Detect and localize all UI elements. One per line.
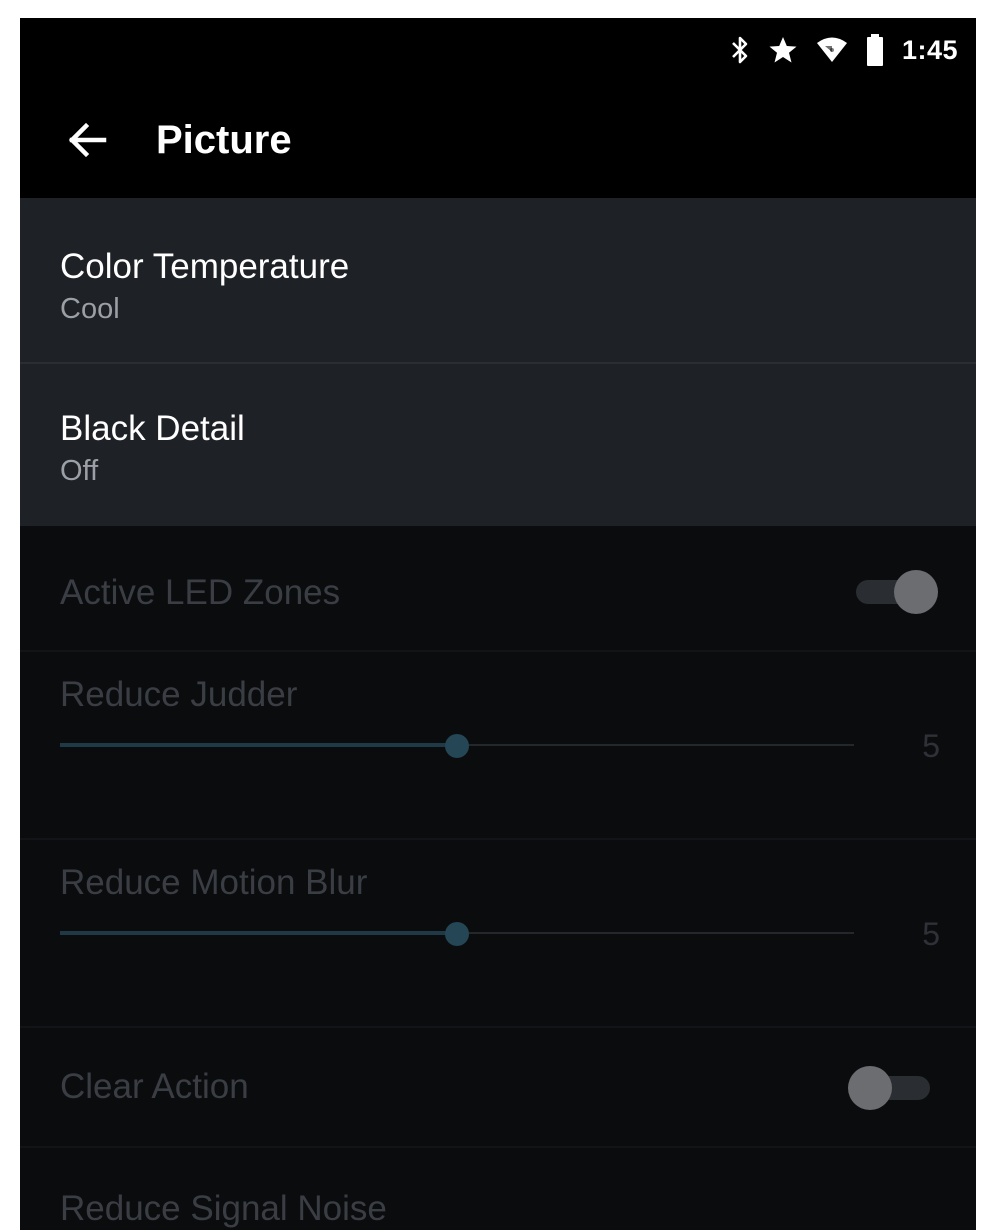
setting-label: Reduce Signal Noise xyxy=(60,1189,387,1228)
slider-value: 5 xyxy=(922,728,940,764)
setting-label: Black Detail xyxy=(60,409,245,448)
setting-label: Reduce Judder xyxy=(60,675,298,714)
toggle-thumb xyxy=(848,1066,892,1110)
slider-value: 5 xyxy=(922,916,940,952)
status-time: 1:45 xyxy=(901,34,958,65)
page-title: Picture xyxy=(156,118,292,162)
list-top-spacer xyxy=(20,198,976,212)
status-bar: 1:45 xyxy=(20,18,976,86)
settings-list: Color Temperature Cool Black Detail Off … xyxy=(20,198,976,1230)
bluetooth-icon xyxy=(730,35,750,65)
slider-knob[interactable] xyxy=(445,734,469,758)
battery-icon xyxy=(866,34,884,66)
setting-label: Reduce Motion Blur xyxy=(60,863,368,902)
toggle-thumb xyxy=(894,570,938,614)
app-bar: Picture xyxy=(20,86,976,198)
setting-black-detail[interactable]: Black Detail Off xyxy=(20,364,976,526)
slider-fill xyxy=(60,743,457,747)
setting-clear-action[interactable]: Clear Action xyxy=(20,1028,976,1146)
wifi-icon xyxy=(816,36,848,64)
setting-value: Off xyxy=(60,455,99,487)
setting-color-temperature[interactable]: Color Temperature Cool xyxy=(20,212,976,362)
setting-value: Cool xyxy=(60,293,120,325)
reduce-motion-blur-slider[interactable] xyxy=(60,922,854,946)
status-icons: 1:45 xyxy=(730,32,958,68)
setting-label: Color Temperature xyxy=(60,247,350,286)
clear-action-toggle[interactable] xyxy=(848,1062,932,1114)
reduce-judder-slider[interactable] xyxy=(60,734,854,758)
phone-screen: 1:45 Picture Color Temperature Cool Blac… xyxy=(20,18,976,1230)
setting-label: Active LED Zones xyxy=(60,573,341,612)
setting-reduce-signal-noise[interactable]: Reduce Signal Noise xyxy=(20,1148,976,1230)
setting-label: Clear Action xyxy=(60,1067,249,1106)
setting-reduce-judder[interactable]: Reduce Judder 5 xyxy=(20,652,976,838)
setting-active-led-zones[interactable]: Active LED Zones xyxy=(20,526,976,650)
arrow-left-icon[interactable] xyxy=(64,116,112,164)
slider-fill xyxy=(60,931,457,935)
slider-knob[interactable] xyxy=(445,922,469,946)
star-icon xyxy=(768,35,798,65)
setting-reduce-motion-blur[interactable]: Reduce Motion Blur 5 xyxy=(20,840,976,1026)
active-led-zones-toggle[interactable] xyxy=(854,566,938,618)
